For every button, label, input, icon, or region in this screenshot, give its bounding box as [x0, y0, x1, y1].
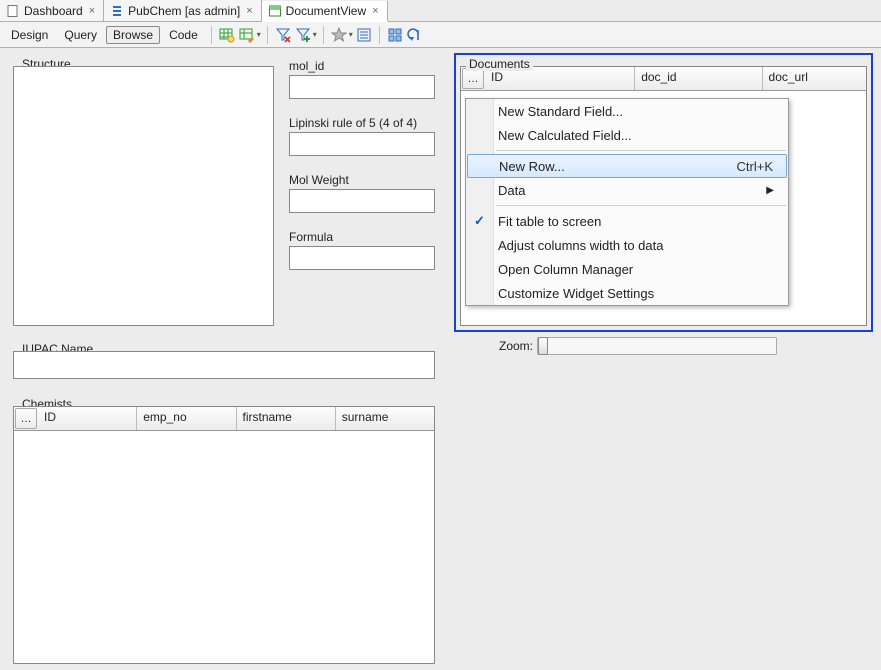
column-header[interactable]: doc_id: [635, 67, 762, 90]
menu-adjust-columns[interactable]: Adjust columns width to data: [466, 233, 788, 257]
toolbar: Design Query Browse Code ▾ ▾ ▾: [0, 22, 881, 48]
menu-item-label: Customize Widget Settings: [498, 286, 654, 301]
separator: [379, 26, 380, 44]
menu-item-label: Adjust columns width to data: [498, 238, 663, 253]
menu-separator: [496, 150, 786, 151]
check-icon: ✓: [474, 213, 485, 229]
mode-design[interactable]: Design: [4, 26, 55, 44]
separator: [323, 26, 324, 44]
mol-id-label: mol_id: [289, 59, 324, 73]
tiles-icon[interactable]: [386, 26, 404, 44]
grid-edit-icon[interactable]: [238, 26, 256, 44]
documents-label: Documents: [466, 57, 533, 71]
iupac-field[interactable]: [13, 351, 435, 379]
star-icon[interactable]: [330, 26, 348, 44]
menu-data-submenu[interactable]: Data ▶: [466, 178, 788, 202]
form-view-icon: [268, 4, 282, 18]
mol-id-field[interactable]: [289, 75, 435, 99]
column-header[interactable]: ID: [38, 407, 137, 430]
main-area: Structure mol_id Lipinski rule of 5 (4 o…: [0, 48, 881, 670]
close-icon[interactable]: ×: [244, 5, 254, 17]
column-header[interactable]: surname: [336, 407, 434, 430]
separator: [211, 26, 212, 44]
chemists-table[interactable]: … ID emp_no firstname surname: [13, 406, 435, 664]
chemists-header-row: … ID emp_no firstname surname: [14, 407, 434, 431]
tab-label: DocumentView: [286, 4, 366, 18]
tab-label: Dashboard: [24, 4, 83, 18]
undo-nav-icon[interactable]: [406, 26, 424, 44]
mode-query[interactable]: Query: [57, 26, 104, 44]
structure-panel[interactable]: [13, 66, 274, 326]
menu-item-label: New Row...: [499, 159, 565, 174]
formula-label: Formula: [289, 230, 333, 244]
zoom-label: Zoom:: [499, 339, 533, 353]
menu-new-standard-field[interactable]: New Standard Field...: [466, 99, 788, 123]
dropdown-arrow-icon[interactable]: ▾: [349, 30, 353, 39]
column-header[interactable]: doc_url: [763, 67, 866, 90]
row-menu-button[interactable]: …: [15, 408, 37, 429]
mode-code[interactable]: Code: [162, 26, 205, 44]
zoom-control: Zoom:: [499, 337, 777, 355]
menu-item-label: New Calculated Field...: [498, 128, 632, 143]
formula-field[interactable]: [289, 246, 435, 270]
menu-open-column-manager[interactable]: Open Column Manager: [466, 257, 788, 281]
zoom-thumb[interactable]: [538, 337, 548, 355]
menu-item-label: Fit table to screen: [498, 214, 601, 229]
menu-new-row[interactable]: New Row... Ctrl+K: [467, 154, 787, 178]
submenu-arrow-icon: ▶: [726, 185, 774, 196]
dropdown-arrow-icon[interactable]: ▾: [257, 30, 261, 39]
editor-tabstrip: Dashboard × PubChem [as admin] × Documen…: [0, 0, 881, 22]
menu-customize-widget[interactable]: Customize Widget Settings: [466, 281, 788, 305]
context-menu: New Standard Field... New Calculated Fie…: [465, 98, 789, 306]
list-form-icon[interactable]: [355, 26, 373, 44]
menu-item-label: New Standard Field...: [498, 104, 623, 119]
menu-accelerator: Ctrl+K: [697, 159, 773, 174]
mol-weight-label: Mol Weight: [289, 173, 349, 187]
mode-browse[interactable]: Browse: [106, 26, 160, 44]
menu-new-calculated-field[interactable]: New Calculated Field...: [466, 123, 788, 147]
tab-documentview[interactable]: DocumentView ×: [262, 1, 388, 22]
zoom-slider[interactable]: [537, 337, 777, 355]
grid-new-icon[interactable]: [218, 26, 236, 44]
column-header[interactable]: firstname: [237, 407, 336, 430]
funnel-clear-icon[interactable]: [274, 26, 292, 44]
mol-weight-field[interactable]: [289, 189, 435, 213]
tab-label: PubChem [as admin]: [128, 4, 240, 18]
lipinski-label: Lipinski rule of 5 (4 of 4): [289, 116, 417, 130]
menu-separator: [496, 205, 786, 206]
separator: [267, 26, 268, 44]
funnel-add-icon[interactable]: [294, 26, 312, 44]
menu-fit-table[interactable]: ✓ Fit table to screen: [466, 209, 788, 233]
tab-pubchem[interactable]: PubChem [as admin] ×: [104, 0, 262, 21]
menu-item-label: Data: [498, 183, 525, 198]
dropdown-arrow-icon[interactable]: ▾: [313, 30, 317, 39]
tab-dashboard[interactable]: Dashboard ×: [0, 0, 104, 21]
blank-doc-icon: [6, 4, 20, 18]
row-menu-button[interactable]: …: [462, 68, 484, 89]
close-icon[interactable]: ×: [370, 5, 380, 17]
lipinski-field[interactable]: [289, 132, 435, 156]
column-header[interactable]: emp_no: [137, 407, 236, 430]
close-icon[interactable]: ×: [87, 5, 97, 17]
menu-item-label: Open Column Manager: [498, 262, 633, 277]
db-lines-icon: [110, 4, 124, 18]
